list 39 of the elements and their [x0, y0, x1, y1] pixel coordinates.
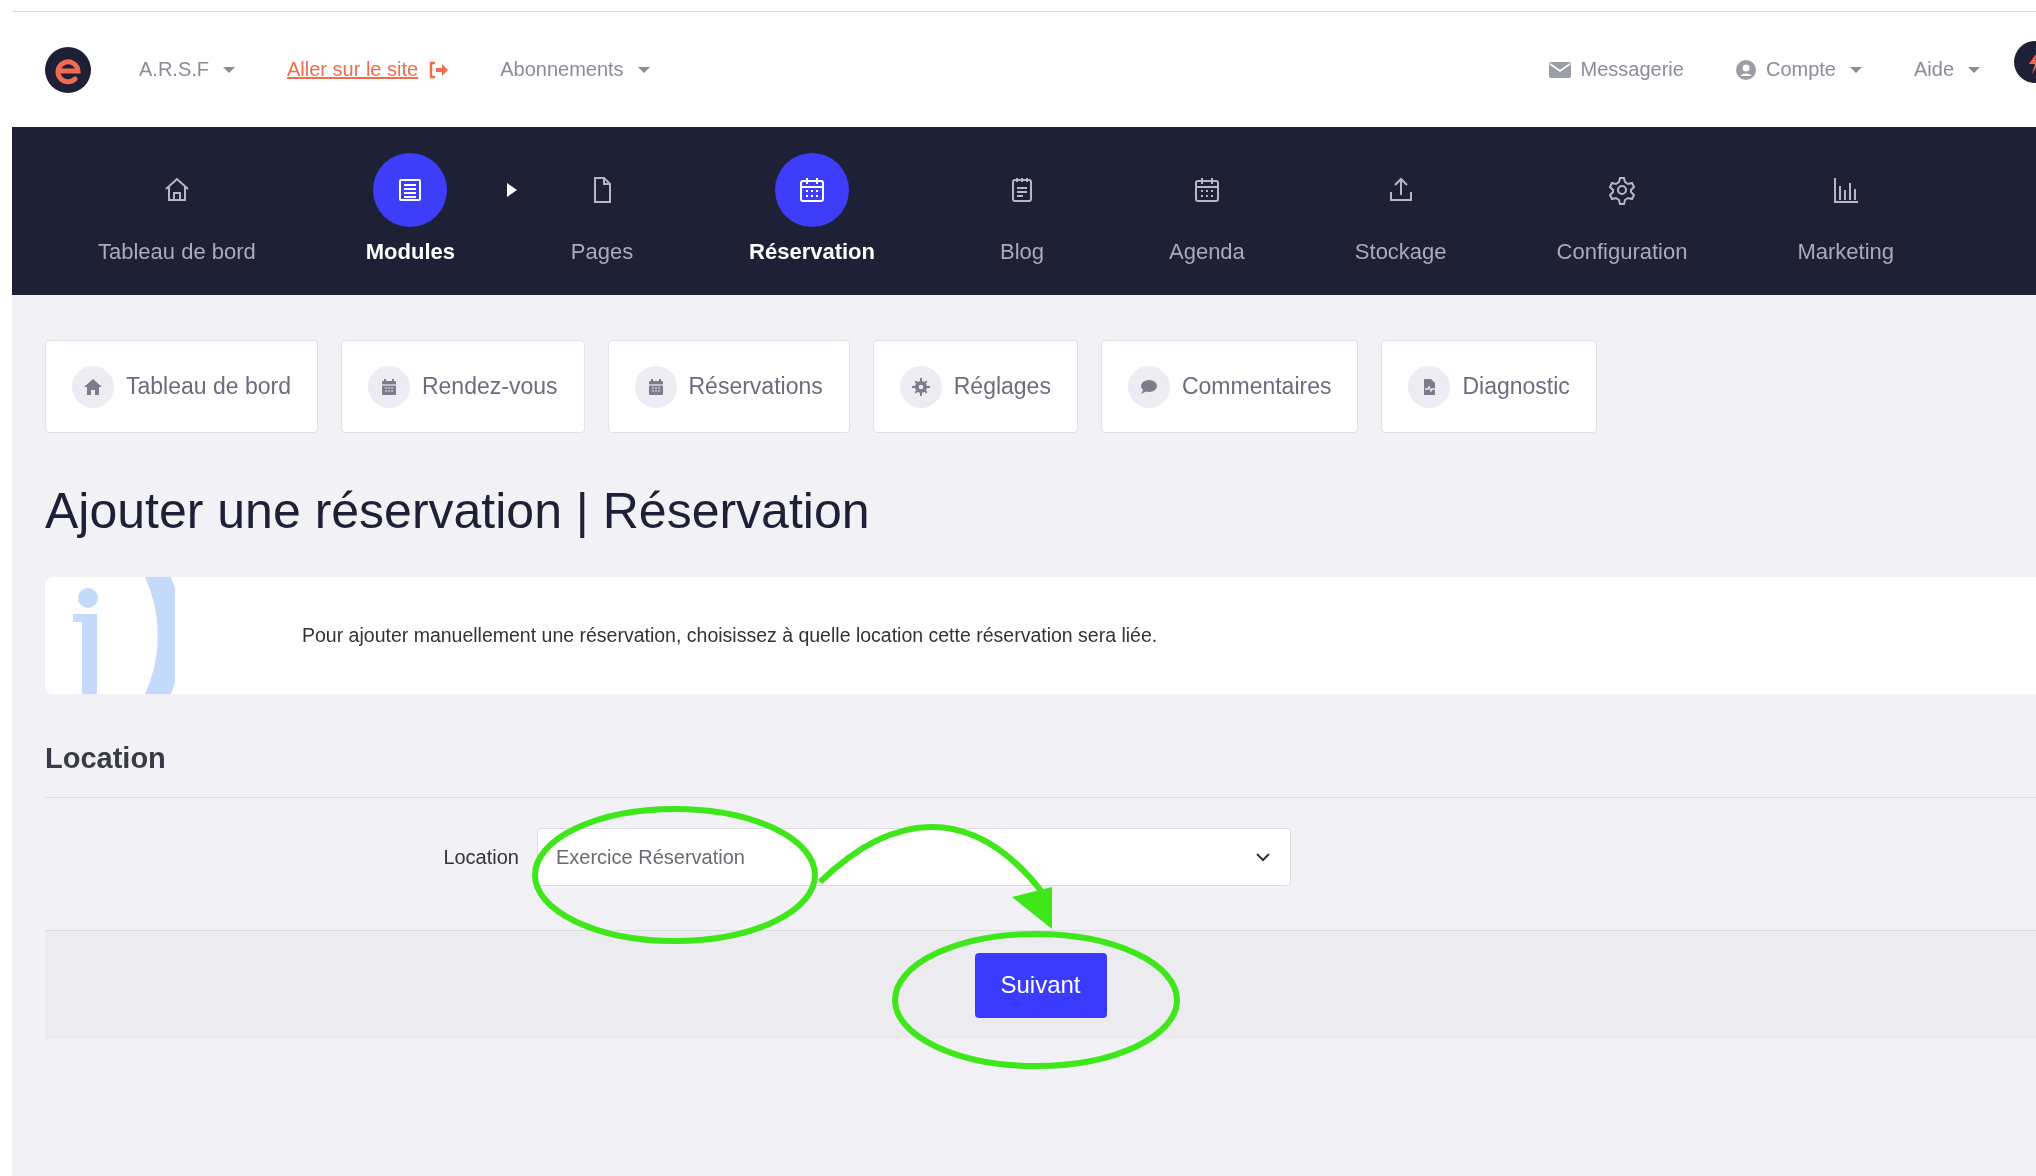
section-tab[interactable]: Tableau de bord [45, 340, 318, 433]
gear-icon [1607, 175, 1637, 205]
logo-icon[interactable] [45, 46, 91, 93]
location-select[interactable]: Exercice Réservation [537, 828, 1291, 886]
info-message: Pour ajouter manuellement une réservation, choisissez à quelle location cette réservation sera liée. [302, 624, 1158, 647]
nav-item[interactable]: Tableau de bord [98, 127, 256, 265]
nav-item[interactable]: Réservation [749, 127, 875, 265]
exit-arrow-icon [428, 60, 449, 79]
nav-item[interactable]: Agenda [1169, 127, 1245, 265]
calendar-icon [797, 175, 827, 205]
organization-dropdown[interactable]: A.R.S.F [139, 58, 235, 81]
account-dropdown[interactable]: Compte [1765, 58, 1862, 81]
help-dropdown[interactable]: Aide [1913, 58, 1980, 81]
caret-icon [1849, 66, 1862, 73]
nav-item[interactable]: Modules [365, 127, 456, 265]
nav-item[interactable]: Marketing [1797, 127, 1895, 265]
section-tab[interactable]: Réservations [607, 340, 850, 433]
nav-item[interactable]: Blog [985, 127, 1059, 265]
section-tab[interactable]: Diagnostic [1381, 340, 1597, 433]
section-tab[interactable]: Rendez-vous [340, 340, 585, 433]
chevron-down-icon [1255, 852, 1271, 862]
user-icon [1735, 59, 1756, 80]
envelope-icon [1548, 61, 1571, 78]
next-button[interactable]: Suivant [974, 952, 1107, 1018]
caret-icon [637, 66, 650, 73]
subscriptions-dropdown[interactable]: Abonnements [500, 58, 650, 81]
caret-icon [223, 66, 235, 73]
nav-item[interactable]: Pages [565, 127, 640, 265]
page-title: Ajouter une réservation | Réservation [45, 482, 871, 541]
field-label: Location [442, 845, 519, 869]
caret-icon [1968, 66, 1980, 73]
house-icon [72, 365, 114, 408]
section-heading: Location [45, 742, 2036, 798]
section-tab[interactable]: Commentaires [1100, 340, 1359, 433]
site-link[interactable]: Aller sur le site [287, 58, 419, 81]
messages-link[interactable]: Messagerie [1580, 58, 1684, 81]
section-tab[interactable]: Réglages [872, 340, 1078, 433]
nav-item[interactable]: Stockage [1354, 127, 1447, 265]
nav-item[interactable]: Configuration [1556, 127, 1688, 265]
